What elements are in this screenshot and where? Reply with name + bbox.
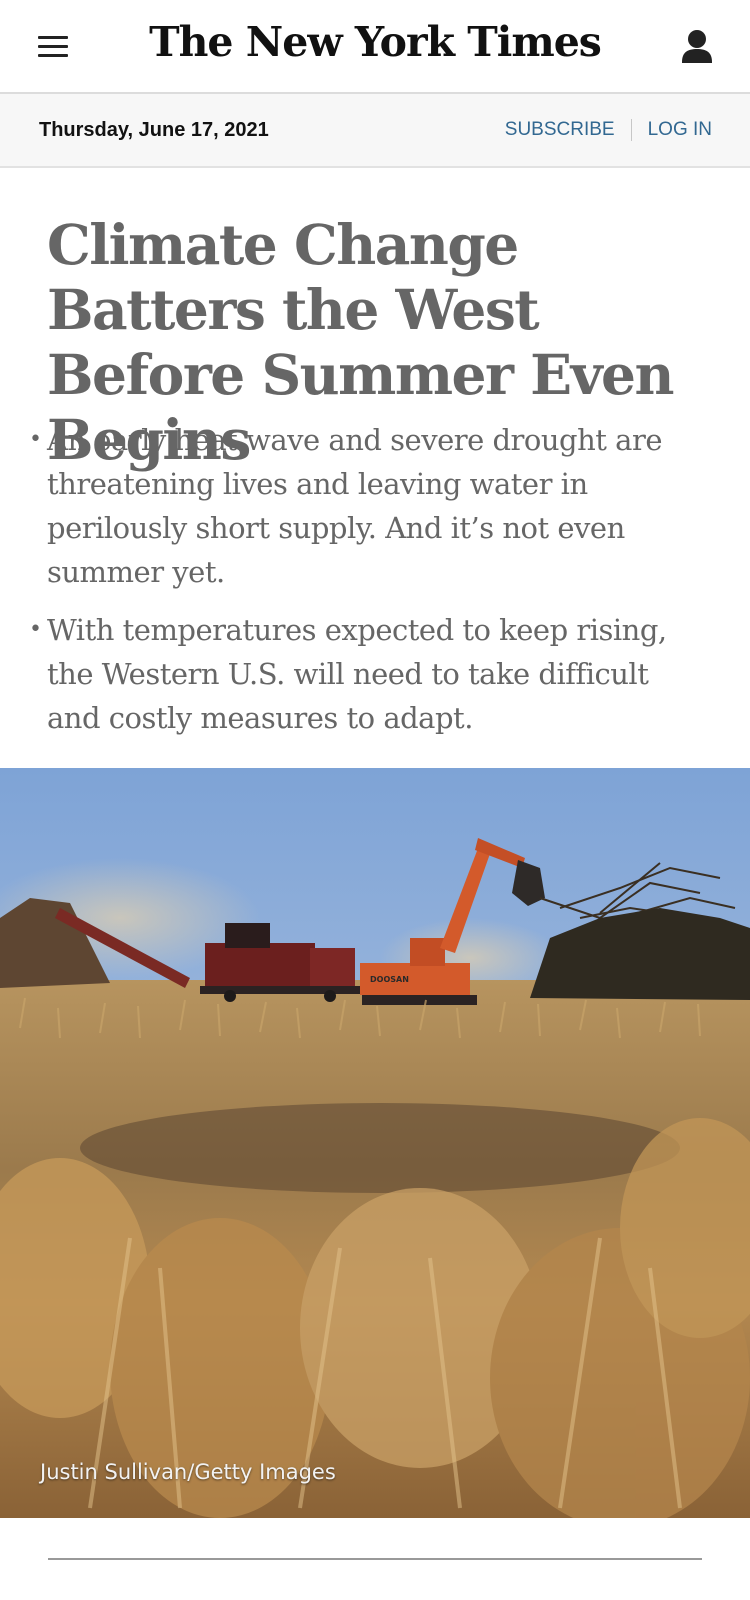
link-separator: [630, 119, 632, 141]
photo-credit: Justin Sullivan/Getty Images: [40, 1460, 336, 1484]
bullet-icon: •: [29, 617, 42, 642]
masthead: The New York Times: [0, 0, 750, 94]
account-links: SUBSCRIBE LOG IN: [505, 119, 712, 141]
nyt-logo[interactable]: The New York Times: [0, 18, 750, 66]
login-link[interactable]: LOG IN: [648, 119, 712, 140]
dateline-bar: Thursday, June 17, 2021 SUBSCRIBE LOG IN: [0, 94, 750, 168]
subscribe-link[interactable]: SUBSCRIBE: [505, 119, 615, 140]
machine-brand-label: DOOSAN: [370, 975, 409, 984]
summary-text: With temperatures expected to keep risin…: [47, 613, 667, 735]
user-account-icon[interactable]: [680, 28, 714, 68]
summary-item: • An early heat wave and severe drought a…: [29, 418, 707, 594]
bullet-icon: •: [29, 427, 42, 452]
article-summary-list: • An early heat wave and severe drought a…: [29, 418, 707, 754]
summary-item: • With temperatures expected to keep risi…: [29, 608, 707, 740]
current-date: Thursday, June 17, 2021: [39, 119, 269, 141]
summary-text: An early heat wave and severe drought ar…: [47, 423, 662, 589]
section-divider: [48, 1558, 702, 1560]
article-photo[interactable]: DOOSAN: [0, 768, 750, 1518]
